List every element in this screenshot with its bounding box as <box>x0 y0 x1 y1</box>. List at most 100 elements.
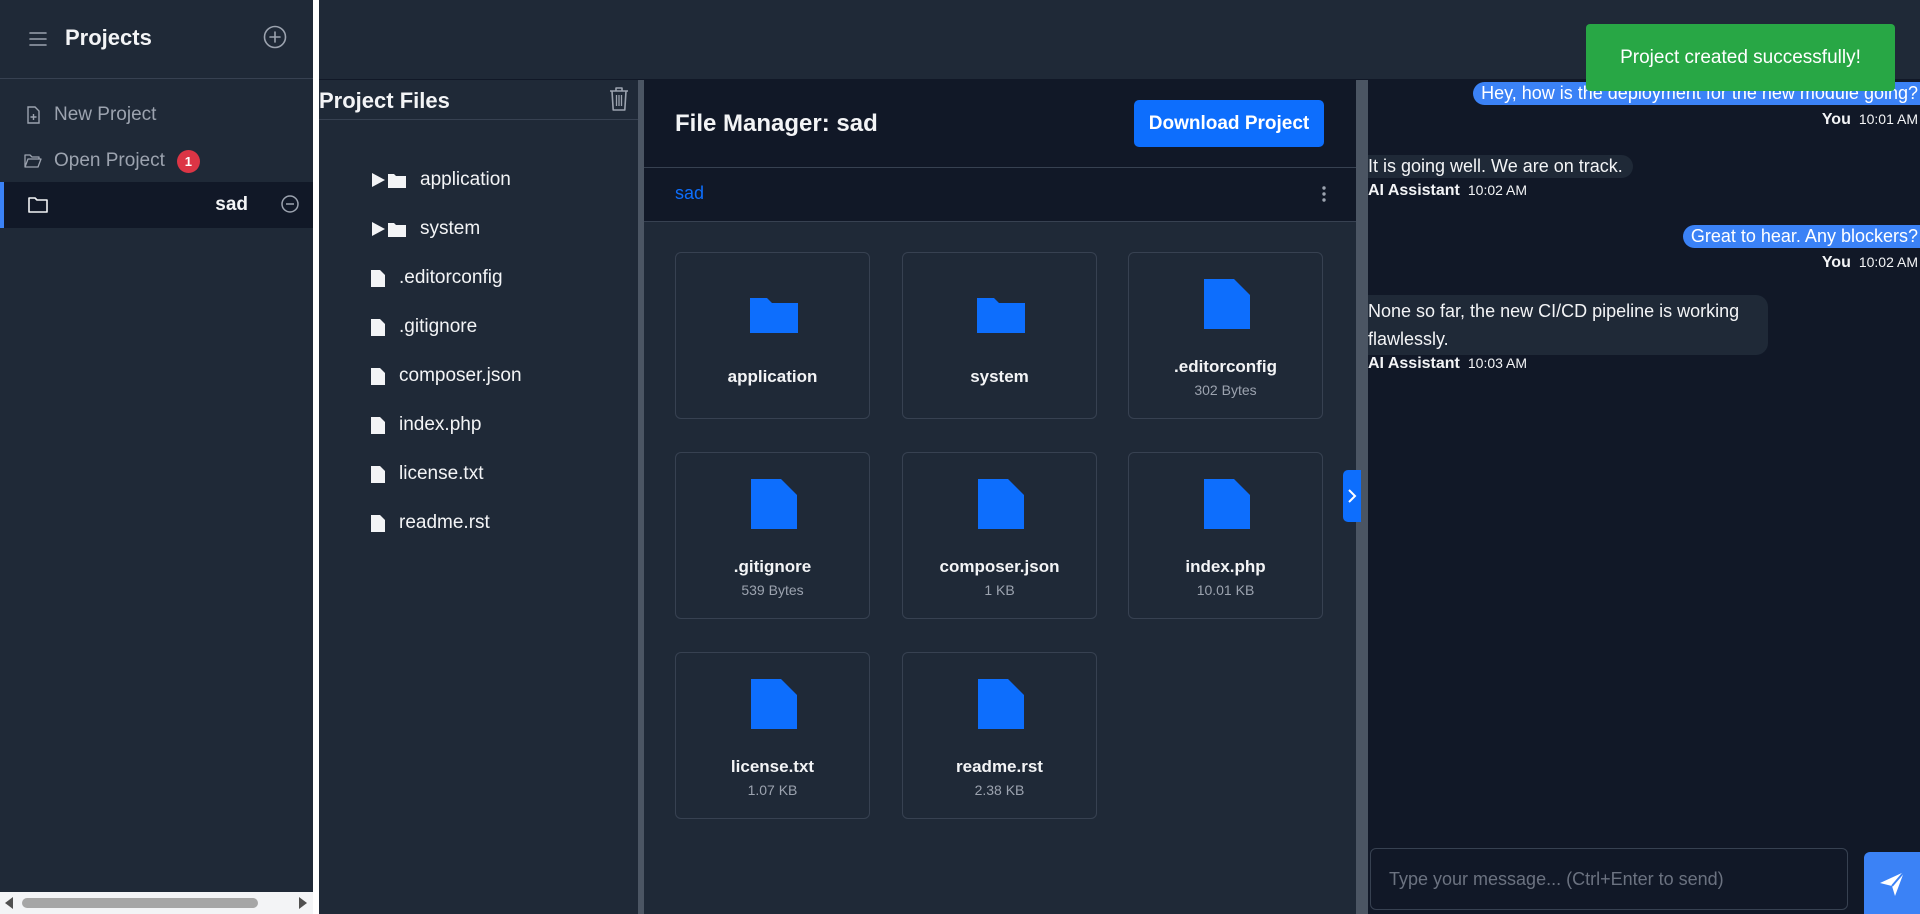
file-card-size: 1.07 KB <box>747 782 798 798</box>
caret-right-icon[interactable] <box>370 172 386 188</box>
scrollbar-thumb[interactable] <box>22 898 258 908</box>
tree-item-label: index.php <box>399 414 482 435</box>
project-name: sad <box>215 194 248 215</box>
file-icon <box>371 514 385 532</box>
file-card-index-php[interactable]: index.php 10.01 KB <box>1128 452 1323 619</box>
tree-item-label: .gitignore <box>399 316 478 337</box>
tree-file-index-php[interactable]: index.php <box>371 410 481 440</box>
file-plus-icon <box>27 106 40 124</box>
success-toast: Project created successfully! <box>1586 24 1895 91</box>
remove-project-button[interactable] <box>272 182 313 228</box>
chat-message-bubble: None so far, the new CI/CD pipeline is w… <box>1368 295 1768 355</box>
tree-item-label: composer.json <box>399 365 522 386</box>
file-icon <box>751 679 797 729</box>
file-manager-title: File Manager: sad <box>675 110 878 137</box>
tree-file-composer-json[interactable]: composer.json <box>371 361 522 391</box>
chat-time: 10:02 AM <box>1467 182 1528 198</box>
folder-icon <box>977 298 1025 333</box>
folder-icon <box>750 298 798 333</box>
more-options-icon[interactable] <box>1314 184 1334 204</box>
tree-file-gitignore[interactable]: .gitignore <box>371 312 477 342</box>
file-card-gitignore[interactable]: .gitignore 539 Bytes <box>675 452 870 619</box>
tree-folder-application[interactable]: application <box>370 165 511 195</box>
chat-time: 10:03 AM <box>1467 355 1528 371</box>
file-card-size: 2.38 KB <box>974 782 1025 798</box>
open-project-button[interactable]: Open Project 1 <box>24 146 200 176</box>
tree-item-label: application <box>420 169 511 190</box>
file-card-composer-json[interactable]: composer.json 1 KB <box>902 452 1097 619</box>
minus-circle-icon <box>281 195 299 213</box>
chat-sender: AI Assistant <box>1368 182 1460 199</box>
tree-item-label: readme.rst <box>399 512 490 533</box>
file-card-size: 10.01 KB <box>1196 582 1255 598</box>
tree-item-label: .editorconfig <box>399 267 503 288</box>
chat-message-meta: AI Assistant 10:03 AM <box>1368 355 1527 373</box>
scroll-left-arrow-icon[interactable] <box>5 897 13 909</box>
file-card-name: composer.json <box>939 557 1060 576</box>
file-card-name: .gitignore <box>733 557 812 576</box>
file-card-name: license.txt <box>730 757 815 776</box>
chat-panel: Hey, how is the deployment for the new m… <box>1368 80 1920 914</box>
projects-sidebar: Projects New Project Open Project 1 sad <box>0 0 313 914</box>
horizontal-scrollbar[interactable] <box>0 892 313 914</box>
file-icon <box>371 367 385 385</box>
chat-message-meta: You 10:02 AM <box>1822 254 1918 272</box>
chat-sender: AI Assistant <box>1368 355 1460 372</box>
project-item-sad[interactable]: sad <box>0 182 272 228</box>
folder-open-icon <box>24 154 42 168</box>
scroll-right-arrow-icon[interactable] <box>299 897 307 909</box>
file-card-name: application <box>727 367 818 386</box>
trash-icon[interactable] <box>608 86 630 112</box>
download-project-button[interactable]: Download Project <box>1134 100 1324 147</box>
chat-time: 10:02 AM <box>1858 254 1918 270</box>
file-manager-header: File Manager: sad Download Project <box>644 80 1356 168</box>
file-icon <box>371 318 385 336</box>
file-card-name: .editorconfig <box>1174 357 1277 376</box>
file-card-readme-rst[interactable]: readme.rst 2.38 KB <box>902 652 1097 819</box>
chat-message-bubble: Great to hear. Any blockers? <box>1682 225 1920 248</box>
file-card-system[interactable]: system <box>902 252 1097 419</box>
chat-message-input[interactable] <box>1370 848 1848 910</box>
folder-icon <box>388 222 406 237</box>
send-icon <box>1880 871 1905 896</box>
chevron-right-icon <box>1348 489 1357 503</box>
hamburger-menu-icon[interactable] <box>28 29 48 49</box>
send-message-button[interactable] <box>1864 852 1920 914</box>
chat-message-meta: AI Assistant 10:02 AM <box>1368 182 1527 200</box>
file-card-size: 1 KB <box>984 582 1015 598</box>
open-project-label: Open Project <box>54 150 165 171</box>
file-icon <box>1204 479 1250 529</box>
file-card-application[interactable]: application <box>675 252 870 419</box>
tree-folder-system[interactable]: system <box>370 214 480 244</box>
file-icon <box>751 479 797 529</box>
chat-sender: You <box>1821 111 1851 128</box>
file-icon <box>1204 279 1250 329</box>
breadcrumb-item-sad[interactable]: sad <box>675 183 704 204</box>
file-card-license-txt[interactable]: license.txt 1.07 KB <box>675 652 870 819</box>
file-icon <box>371 416 385 434</box>
tree-file-license-txt[interactable]: license.txt <box>371 459 483 489</box>
file-card-editorconfig[interactable]: .editorconfig 302 Bytes <box>1128 252 1323 419</box>
chat-message-bubble: It is going well. We are on track. <box>1368 155 1633 178</box>
chat-time: 10:01 AM <box>1858 111 1918 127</box>
file-card-name: index.php <box>1185 557 1266 576</box>
sidebar-title: Projects <box>65 25 152 50</box>
breadcrumb: sad <box>644 168 1356 222</box>
tree-file-readme-rst[interactable]: readme.rst <box>371 508 490 538</box>
toggle-chat-button[interactable] <box>1343 470 1361 522</box>
open-project-badge: 1 <box>176 149 200 173</box>
tree-item-label: license.txt <box>399 463 484 484</box>
add-project-icon[interactable] <box>262 24 288 50</box>
chat-sender: You <box>1821 254 1851 271</box>
file-icon <box>978 479 1024 529</box>
file-icon <box>371 465 385 483</box>
file-card-name: readme.rst <box>956 757 1043 776</box>
new-project-button[interactable]: New Project <box>24 100 156 130</box>
chat-message-meta: You 10:01 AM <box>1822 111 1918 129</box>
caret-right-icon[interactable] <box>370 221 386 237</box>
file-card-size: 302 Bytes <box>1194 382 1257 398</box>
tree-file-editorconfig[interactable]: .editorconfig <box>371 263 503 293</box>
file-icon <box>371 269 385 287</box>
file-manager-panel: File Manager: sad Download Project sad a… <box>644 80 1356 914</box>
file-card-name: system <box>970 367 1029 386</box>
